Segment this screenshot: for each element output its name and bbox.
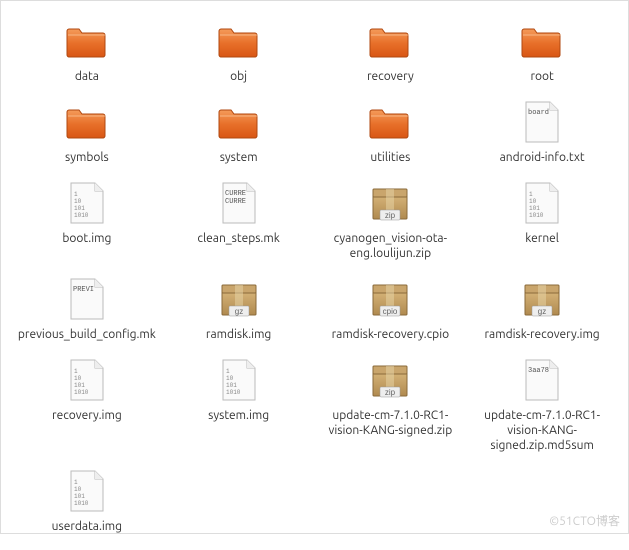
file-label: kernel: [525, 231, 559, 246]
archive-zip-icon: zip: [366, 356, 414, 404]
svg-text:10: 10: [74, 486, 82, 493]
file-grid: data obj recovery root symbols system utilitie…: [1, 1, 628, 550]
binary-file-icon: 1101011010: [215, 356, 263, 404]
archive-gz-icon: gz: [215, 275, 263, 323]
svg-text:101: 101: [529, 205, 540, 212]
file-item[interactable]: zip cyanogen_vision-ota-eng.loulijun.zip: [315, 175, 467, 265]
file-label: recovery: [367, 69, 414, 84]
text-file-icon: board: [518, 98, 566, 146]
file-item[interactable]: zip update-cm-7.1.0-RC1-vision-KANG-signe…: [315, 352, 467, 457]
svg-text:10: 10: [529, 198, 537, 205]
file-item[interactable]: board android-info.txt: [466, 94, 618, 169]
svg-text:10: 10: [226, 375, 234, 382]
file-label: system: [220, 150, 258, 165]
file-label: clean_steps.mk: [197, 231, 279, 246]
svg-text:10: 10: [74, 375, 82, 382]
svg-text:1: 1: [226, 368, 230, 375]
file-item[interactable]: gz ramdisk-recovery.img: [466, 271, 618, 346]
file-label: update-cm-7.1.0-RC1-vision-KANG-signed.z…: [321, 408, 461, 438]
archive-zip-icon: zip: [366, 179, 414, 227]
file-item[interactable]: PREVI previous_build_config.mk: [11, 271, 163, 346]
file-label: root: [530, 69, 553, 84]
archive-cpio-icon: cpio: [366, 275, 414, 323]
svg-text:gz: gz: [234, 307, 242, 316]
folder-item[interactable]: symbols: [11, 94, 163, 169]
file-item[interactable]: 1101011010 boot.img: [11, 175, 163, 265]
svg-text:PREVI: PREVI: [73, 286, 94, 294]
file-label: previous_build_config.mk: [18, 327, 156, 342]
text-file-icon: PREVI: [63, 275, 111, 323]
folder-item[interactable]: obj: [163, 13, 315, 88]
file-label: cyanogen_vision-ota-eng.loulijun.zip: [321, 231, 461, 261]
file-label: android-info.txt: [500, 150, 585, 165]
folder-item[interactable]: root: [466, 13, 618, 88]
text-file-icon: CURRECURRE: [215, 179, 263, 227]
svg-text:cpio: cpio: [383, 307, 398, 316]
svg-text:1010: 1010: [226, 389, 241, 396]
folder-icon: [63, 17, 111, 65]
svg-text:101: 101: [74, 382, 85, 389]
file-label: userdata.img: [52, 519, 122, 534]
svg-text:1: 1: [74, 191, 78, 198]
file-label: recovery.img: [52, 408, 122, 423]
folder-item[interactable]: system: [163, 94, 315, 169]
svg-text:zip: zip: [385, 388, 396, 397]
file-item[interactable]: CURRECURRE clean_steps.mk: [163, 175, 315, 265]
file-item[interactable]: 3aa78 update-cm-7.1.0-RC1-vision-KANG-sig…: [466, 352, 618, 457]
folder-icon: [366, 98, 414, 146]
svg-text:1010: 1010: [74, 389, 89, 396]
folder-icon: [63, 98, 111, 146]
svg-text:board: board: [528, 109, 549, 117]
file-item[interactable]: 1101011010 system.img: [163, 352, 315, 457]
file-label: ramdisk.img: [206, 327, 271, 342]
binary-file-icon: 1101011010: [63, 179, 111, 227]
file-label: symbols: [65, 150, 109, 165]
svg-text:3aa78: 3aa78: [528, 367, 549, 375]
svg-text:zip: zip: [385, 211, 396, 220]
file-label: data: [75, 69, 99, 84]
svg-text:101: 101: [74, 493, 85, 500]
binary-file-icon: 1101011010: [518, 179, 566, 227]
file-label: system.img: [208, 408, 269, 423]
file-label: update-cm-7.1.0-RC1-vision-KANG-signed.z…: [472, 408, 612, 453]
folder-item[interactable]: utilities: [315, 94, 467, 169]
binary-file-icon: 1101011010: [63, 467, 111, 515]
file-label: ramdisk-recovery.img: [485, 327, 600, 342]
svg-text:1: 1: [74, 479, 78, 486]
file-item[interactable]: 1101011010 userdata.img: [11, 463, 163, 538]
folder-item[interactable]: recovery: [315, 13, 467, 88]
svg-text:1: 1: [74, 368, 78, 375]
svg-text:101: 101: [226, 382, 237, 389]
file-label: obj: [230, 69, 247, 84]
file-label: ramdisk-recovery.cpio: [332, 327, 450, 342]
svg-text:1: 1: [529, 191, 533, 198]
folder-icon: [215, 98, 263, 146]
file-item[interactable]: cpio ramdisk-recovery.cpio: [315, 271, 467, 346]
file-item[interactable]: 1101011010 recovery.img: [11, 352, 163, 457]
archive-gz-icon: gz: [518, 275, 566, 323]
svg-text:CURRE: CURRE: [225, 198, 246, 206]
folder-icon: [518, 17, 566, 65]
svg-text:1010: 1010: [529, 212, 544, 219]
svg-text:101: 101: [74, 205, 85, 212]
svg-text:1010: 1010: [74, 212, 89, 219]
text-file-icon: 3aa78: [518, 356, 566, 404]
svg-text:1010: 1010: [74, 500, 89, 507]
file-item[interactable]: gz ramdisk.img: [163, 271, 315, 346]
svg-text:10: 10: [74, 198, 82, 205]
folder-icon: [215, 17, 263, 65]
svg-text:CURRE: CURRE: [225, 190, 246, 198]
svg-text:gz: gz: [538, 307, 546, 316]
file-item[interactable]: 1101011010 kernel: [466, 175, 618, 265]
folder-item[interactable]: data: [11, 13, 163, 88]
folder-icon: [366, 17, 414, 65]
binary-file-icon: 1101011010: [63, 356, 111, 404]
file-label: boot.img: [62, 231, 111, 246]
file-label: utilities: [370, 150, 410, 165]
